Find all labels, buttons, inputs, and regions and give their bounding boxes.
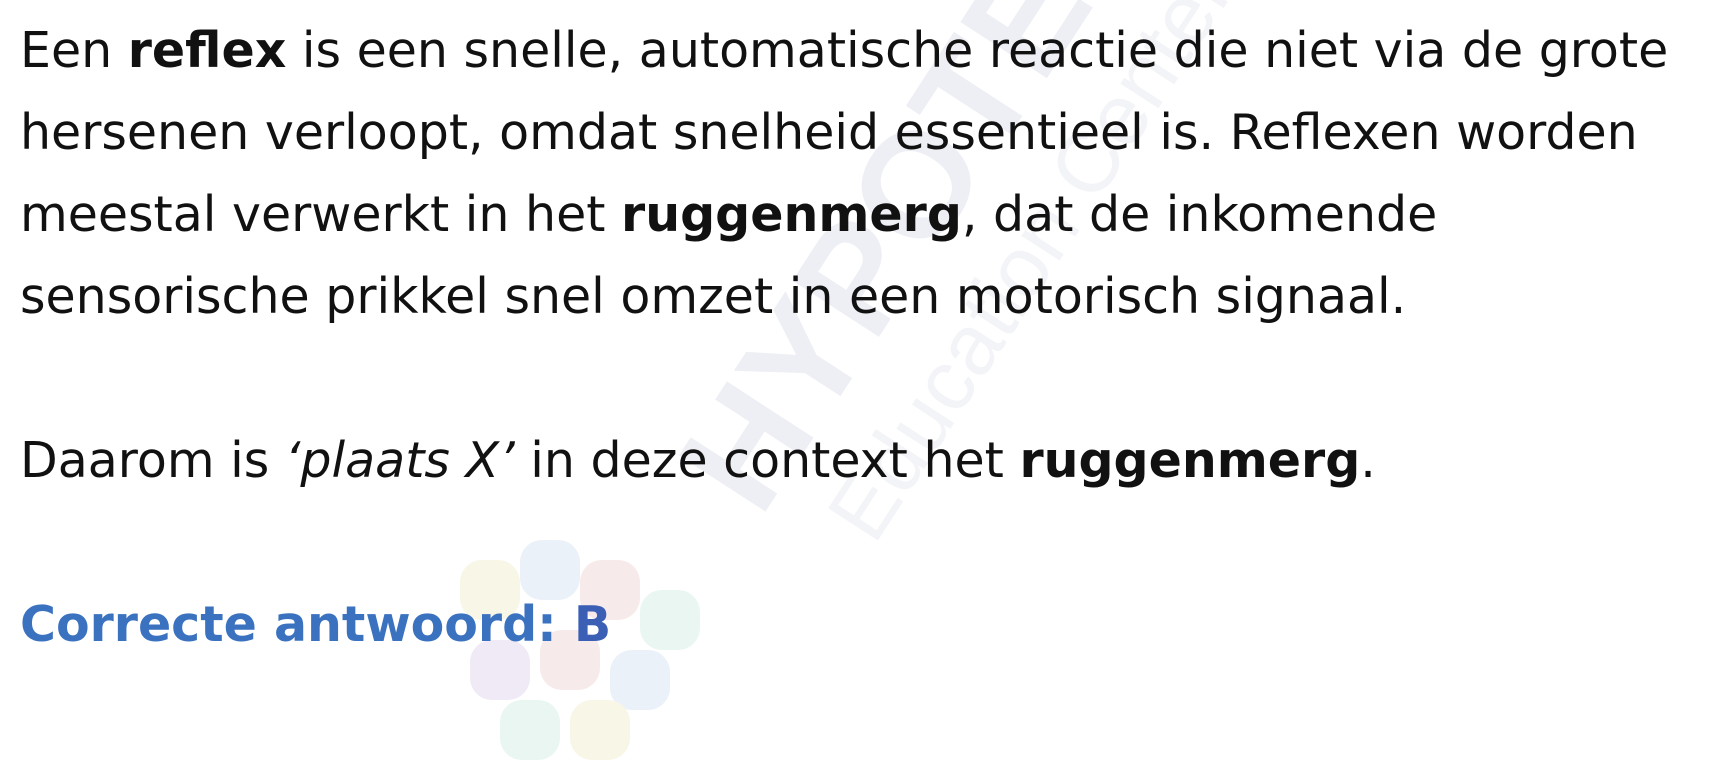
- text-span: Daarom is: [20, 432, 285, 489]
- correct-answer: Correcte antwoord: B: [20, 584, 1710, 666]
- conclusion-paragraph: Daarom is ‘plaats X’ in deze context het…: [20, 420, 1710, 502]
- term-ruggenmerg: ruggenmerg: [621, 186, 962, 243]
- text-span: Een: [20, 22, 128, 79]
- answer-label: Correcte antwoord:: [20, 596, 574, 653]
- text-span: .: [1360, 432, 1376, 489]
- page: HYPOTENUSE Education Center Een reflex i…: [0, 0, 1720, 764]
- content-block: Een reflex is een snelle, automatische r…: [20, 10, 1710, 666]
- term-plaats-x: ‘plaats X’: [284, 432, 515, 489]
- term-reflex: reflex: [127, 22, 287, 79]
- answer-letter: B: [573, 596, 612, 653]
- term-ruggenmerg: ruggenmerg: [1019, 432, 1361, 489]
- text-span: in deze context het: [514, 432, 1020, 489]
- explanation-paragraph: Een reflex is een snelle, automatische r…: [20, 10, 1710, 338]
